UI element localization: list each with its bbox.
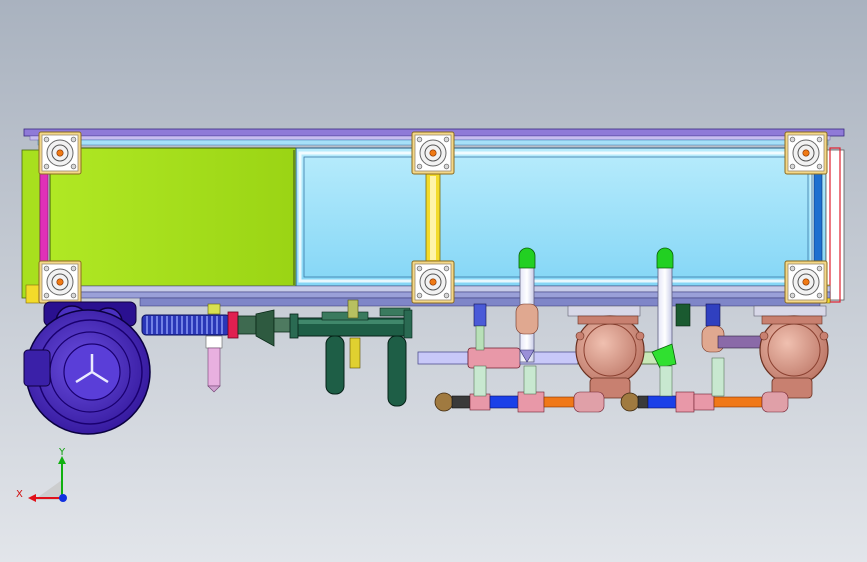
bearing-flange-icon[interactable] xyxy=(38,260,82,304)
coordinate-triad-icon: Y X xyxy=(16,447,67,502)
ribbed-hose[interactable] xyxy=(141,311,239,339)
lower-pipe-run-1[interactable] xyxy=(434,365,605,413)
blue-tank-panel[interactable] xyxy=(295,147,827,287)
bearing-flange-icon[interactable] xyxy=(784,260,828,304)
axis-x-label: X xyxy=(16,489,23,500)
pump-icon[interactable] xyxy=(753,305,829,399)
bearing-flange-icon[interactable] xyxy=(38,131,82,175)
green-panel[interactable] xyxy=(49,147,299,287)
blower-icon[interactable] xyxy=(23,301,151,435)
middle-bracket-column[interactable] xyxy=(425,171,441,265)
pump-icon[interactable] xyxy=(567,305,645,399)
cad-viewport[interactable]: Y X xyxy=(0,0,867,562)
bearing-flange-icon[interactable] xyxy=(411,260,455,304)
reducer-fitting[interactable] xyxy=(237,309,297,347)
bearing-flange-icon[interactable] xyxy=(411,131,455,175)
axis-y-label: Y xyxy=(58,447,66,458)
green-manifold-pipe[interactable] xyxy=(289,299,413,407)
bearing-flange-icon[interactable] xyxy=(784,131,828,175)
lower-pipe-run-2[interactable] xyxy=(620,357,789,413)
cad-model[interactable]: Y X xyxy=(0,0,867,562)
